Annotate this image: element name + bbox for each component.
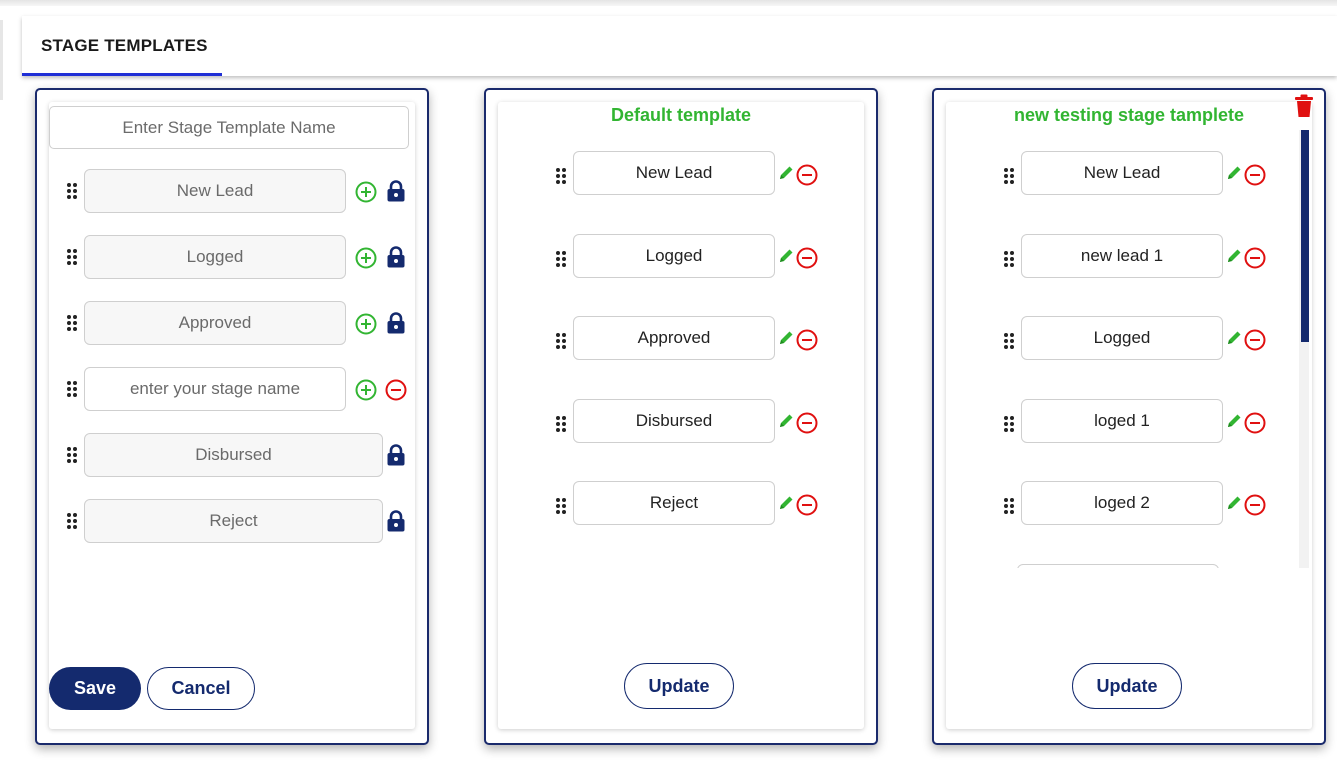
minus-circle-icon[interactable] — [1244, 494, 1266, 516]
stage-row: Disbursed — [498, 398, 838, 443]
pencil-icon[interactable] — [1225, 329, 1243, 347]
stage-row: Logged — [49, 235, 409, 279]
stage-field: New Lead — [1021, 151, 1223, 195]
drag-handle-icon[interactable] — [556, 498, 566, 514]
minus-circle-icon[interactable] — [1244, 164, 1266, 186]
lock-icon — [387, 246, 405, 268]
stage-row: loged 1 — [946, 398, 1286, 443]
drag-handle-icon[interactable] — [556, 168, 566, 184]
pencil-icon[interactable] — [1225, 412, 1243, 430]
minus-circle-icon[interactable] — [796, 164, 818, 186]
drag-handle-icon[interactable] — [67, 381, 77, 397]
drag-handle-icon[interactable] — [1004, 498, 1014, 514]
plus-circle-icon[interactable] — [355, 181, 377, 203]
cancel-button[interactable]: Cancel — [147, 667, 255, 710]
stage-row: Reject — [498, 481, 838, 525]
template-panel: Default template New Lead Logged Approved D… — [498, 102, 864, 729]
tab-stage-templates[interactable]: STAGE TEMPLATES — [41, 36, 208, 56]
drag-handle-icon[interactable] — [556, 415, 566, 432]
stage-field: Logged — [84, 235, 346, 279]
stage-row: Approved — [49, 301, 409, 345]
stage-field: Approved — [84, 301, 346, 345]
minus-circle-icon[interactable] — [1244, 329, 1266, 351]
trash-icon[interactable] — [1293, 94, 1315, 118]
lock-icon — [387, 312, 405, 334]
minus-circle-icon[interactable] — [1244, 247, 1266, 269]
stage-row: Disbursed — [49, 433, 409, 477]
stage-field: new lead 1 — [1021, 233, 1223, 278]
drag-handle-icon[interactable] — [1004, 250, 1014, 267]
stage-name-input[interactable]: enter your stage name — [84, 367, 346, 411]
stage-row: Logged — [498, 233, 838, 278]
stage-field: Logged — [1021, 316, 1223, 360]
drag-handle-icon[interactable] — [67, 447, 77, 463]
stage-field: New Lead — [573, 151, 775, 195]
stage-field: Reject — [84, 499, 383, 543]
plus-circle-icon[interactable] — [355, 247, 377, 269]
update-button[interactable]: Update — [624, 663, 734, 709]
stage-row: Reject — [49, 499, 409, 543]
plus-circle-icon[interactable] — [355, 313, 377, 335]
drag-handle-icon[interactable] — [67, 249, 77, 265]
template-card-testing: new testing stage tamplete New Lead new l… — [932, 88, 1326, 745]
minus-circle-icon[interactable] — [796, 247, 818, 269]
lock-icon — [387, 444, 405, 466]
stage-row: enter your stage name — [49, 367, 409, 411]
stage-row: new lead 1 — [946, 233, 1286, 278]
pencil-icon[interactable] — [777, 247, 795, 265]
new-template-panel: New Lead Logged Approved enter your stage n… — [49, 102, 415, 729]
drag-handle-icon[interactable] — [1004, 168, 1014, 184]
minus-circle-icon[interactable] — [1244, 412, 1266, 434]
pencil-icon[interactable] — [1225, 164, 1243, 182]
stage-field: Disbursed — [84, 433, 383, 477]
drag-handle-icon[interactable] — [556, 333, 566, 349]
drag-handle-icon[interactable] — [1004, 333, 1014, 349]
template-panel: new testing stage tamplete New Lead new l… — [946, 102, 1312, 729]
plus-circle-icon[interactable] — [355, 379, 377, 401]
minus-circle-icon[interactable] — [385, 379, 407, 401]
stage-field: Approved — [573, 316, 775, 360]
drag-handle-icon[interactable] — [67, 315, 77, 331]
template-card-default: Default template New Lead Logged Approved D… — [484, 88, 878, 745]
tab-bar: STAGE TEMPLATES — [22, 16, 1337, 76]
drag-handle-icon[interactable] — [67, 183, 77, 199]
stage-row: Approved — [498, 316, 838, 360]
stage-field: New Lead — [84, 169, 346, 213]
pencil-icon[interactable] — [777, 164, 795, 182]
stage-row: New Lead — [498, 151, 838, 195]
template-title: Default template — [610, 105, 752, 125]
scrollbar-thumb[interactable] — [1301, 130, 1309, 342]
lock-icon — [387, 510, 405, 532]
minus-circle-icon[interactable] — [796, 329, 818, 351]
stage-field: Reject — [573, 481, 775, 525]
stage-row: Logged — [946, 316, 1286, 360]
stage-field: Disbursed — [573, 398, 775, 443]
drag-handle-icon[interactable] — [67, 513, 77, 529]
stage-field: loged 1 — [1021, 398, 1223, 443]
left-edge — [0, 20, 3, 100]
minus-circle-icon[interactable] — [796, 494, 818, 516]
lock-icon — [387, 180, 405, 202]
tab-active-indicator — [22, 73, 222, 76]
stage-field: loged 2 — [1021, 481, 1223, 525]
pencil-icon[interactable] — [1225, 247, 1243, 265]
stage-field-partial — [1017, 563, 1219, 568]
top-shadow — [0, 0, 1337, 6]
stage-row: loged 2 — [946, 481, 1286, 525]
pencil-icon[interactable] — [777, 329, 795, 347]
drag-handle-icon[interactable] — [556, 250, 566, 267]
stage-field: Logged — [573, 233, 775, 278]
minus-circle-icon[interactable] — [796, 412, 818, 434]
update-button[interactable]: Update — [1072, 663, 1182, 709]
stage-row: New Lead — [946, 151, 1286, 195]
template-name-input[interactable] — [49, 106, 409, 149]
pencil-icon[interactable] — [777, 494, 795, 512]
stage-row: New Lead — [49, 169, 409, 213]
new-template-card: New Lead Logged Approved enter your stage n… — [35, 88, 429, 745]
save-button[interactable]: Save — [49, 667, 141, 710]
stage-list-scroll-area[interactable]: New Lead new lead 1 Logged loged 1 loged 2 — [946, 102, 1308, 568]
pencil-icon[interactable] — [777, 412, 795, 430]
drag-handle-icon[interactable] — [1004, 415, 1014, 432]
pencil-icon[interactable] — [1225, 494, 1243, 512]
